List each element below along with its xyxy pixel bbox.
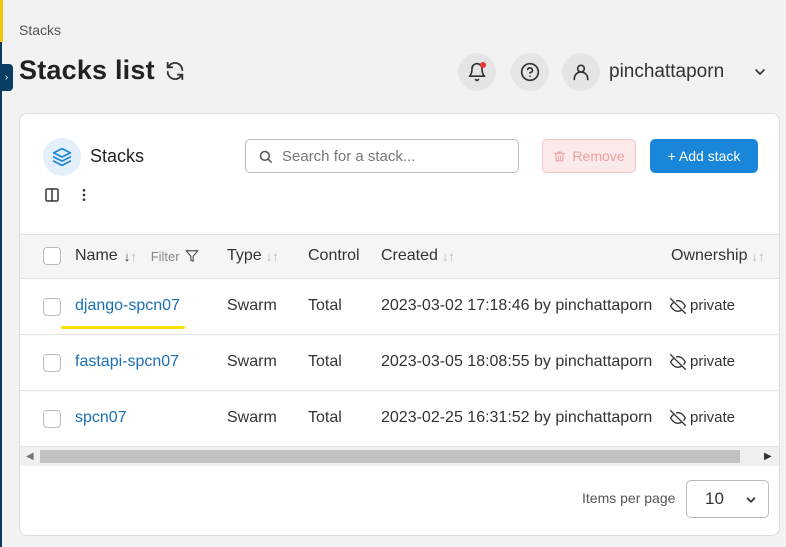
filter-label[interactable]: Filter: [151, 249, 180, 264]
stack-type: Swarm: [227, 409, 277, 426]
chevron-down-icon[interactable]: [752, 64, 768, 80]
remove-button[interactable]: Remove: [542, 139, 636, 173]
ownership-cell: private: [670, 409, 735, 426]
stack-created: 2023-02-25 16:31:52 by pinchattaporn: [381, 409, 653, 426]
ownership-label: private: [690, 353, 736, 370]
notification-dot: [480, 62, 486, 68]
scroll-left-arrow[interactable]: ◀: [26, 451, 34, 462]
help-button[interactable]: [511, 53, 549, 91]
search-input[interactable]: [282, 147, 502, 165]
stack-type: Swarm: [227, 297, 277, 314]
items-per-page-value: 10: [705, 489, 724, 508]
column-ownership-header[interactable]: Ownership ↓↑: [671, 247, 764, 265]
column-name-label: Name: [75, 247, 118, 264]
column-ownership-label: Ownership: [671, 247, 748, 264]
row-checkbox[interactable]: [43, 354, 61, 372]
column-type-header[interactable]: Type ↓↑: [227, 247, 279, 265]
table-header: Name ↓ ↑ Filter Type ↓↑ Control Created ↓…: [20, 234, 779, 279]
table-row: fastapi-spcn07 Swarm Total 2023-03-05 18…: [20, 335, 779, 391]
add-stack-button[interactable]: + Add stack: [650, 139, 758, 173]
stack-type: Swarm: [227, 353, 277, 370]
search-icon: [259, 150, 272, 163]
items-per-page-select[interactable]: 10: [686, 480, 769, 518]
table-row: django-spcn07 Swarm Total 2023-03-02 17:…: [20, 279, 779, 335]
eye-off-icon: [670, 409, 686, 426]
stack-created: 2023-03-02 17:18:46 by pinchattaporn: [381, 297, 653, 314]
chevron-down-icon: [746, 497, 756, 503]
add-stack-label: + Add stack: [667, 148, 741, 164]
column-created-label: Created: [381, 247, 438, 264]
stack-control: Total: [308, 297, 342, 314]
scrollbar-thumb[interactable]: [40, 450, 740, 463]
page-title: Stacks list: [19, 55, 155, 85]
user-avatar[interactable]: [562, 53, 600, 91]
ownership-label: private: [690, 297, 736, 314]
notifications-button[interactable]: [458, 53, 496, 91]
refresh-icon[interactable]: [164, 60, 186, 82]
stacks-card: Stacks Remove + Add stack Name ↓↑ Filter: [19, 113, 780, 536]
column-control-header: Control: [308, 247, 360, 265]
stack-name-link[interactable]: fastapi-spcn07: [75, 353, 179, 371]
horizontal-scrollbar[interactable]: ◀ ▶: [20, 447, 779, 466]
stack-control: Total: [308, 409, 342, 426]
layers-icon: [52, 147, 72, 167]
stack-control: Total: [308, 353, 342, 370]
card-title: Stacks: [90, 146, 145, 166]
sort-asc-icon: ↑: [130, 248, 137, 264]
column-control-label: Control: [308, 247, 360, 264]
chevron-right-icon: ›: [4, 72, 9, 83]
page-header: Stacks list: [19, 55, 186, 86]
eye-off-icon: [670, 297, 686, 314]
sort-icon[interactable]: ↓↑: [751, 249, 764, 264]
table-row: spcn07 Swarm Total 2023-02-25 16:31:52 b…: [20, 391, 779, 447]
search-box[interactable]: [245, 139, 519, 173]
more-vertical-icon[interactable]: [76, 187, 92, 203]
ownership-cell: private: [670, 353, 735, 370]
row-checkbox[interactable]: [43, 298, 61, 316]
breadcrumb[interactable]: Stacks: [19, 22, 61, 38]
user-icon: [573, 64, 589, 81]
column-created-header[interactable]: Created ↓↑: [381, 247, 455, 265]
row-checkbox[interactable]: [43, 410, 61, 428]
items-per-page-label: Items per page: [582, 490, 676, 506]
filter-icon[interactable]: [185, 249, 199, 263]
stack-name-link[interactable]: django-spcn07: [75, 297, 180, 315]
column-name-header[interactable]: Name ↓ ↑ Filter: [75, 247, 199, 265]
stack-created: 2023-03-05 18:08:55 by pinchattaporn: [381, 353, 653, 370]
help-circle-icon: [520, 62, 540, 82]
stack-icon-badge: [43, 138, 81, 176]
username[interactable]: pinchattaporn: [609, 61, 724, 83]
sidebar-expand-button[interactable]: ›: [0, 64, 13, 91]
top-accent-bar: [0, 0, 3, 42]
columns-icon[interactable]: [44, 187, 60, 203]
scroll-right-arrow[interactable]: ▶: [764, 451, 772, 462]
trash-icon: [554, 151, 566, 161]
ownership-label: private: [690, 409, 736, 426]
remove-button-label: Remove: [572, 148, 625, 164]
column-type-label: Type: [227, 247, 262, 264]
sort-icon[interactable]: ↓↑: [266, 249, 279, 264]
select-all-checkbox[interactable]: [43, 247, 61, 265]
eye-off-icon: [670, 353, 686, 370]
stack-name-link[interactable]: spcn07: [75, 409, 127, 427]
sort-icon[interactable]: ↓↑: [442, 249, 455, 264]
highlight-underline: [61, 326, 185, 329]
ownership-cell: private: [670, 297, 735, 314]
